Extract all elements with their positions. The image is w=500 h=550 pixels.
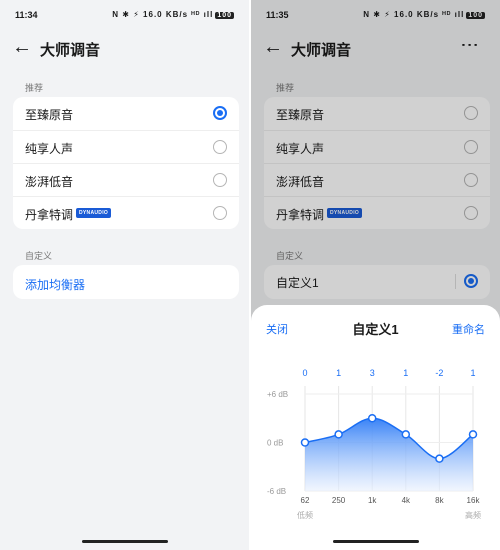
home-indicator[interactable] (82, 540, 168, 543)
right-screen: 11:35 N ✱ ⚡ 16.0 KB/s ᴴᴰ ıll 100 ← 大师调音 ⋮… (251, 0, 500, 550)
eq-area-fill (305, 418, 473, 491)
band-value-label: -2 (435, 368, 443, 378)
band-value-label: 1 (470, 368, 475, 378)
equalizer-sheet: 关闭 自定义1 重命名 +6 dB 0 dB -6 dB 0 62 1 250 3 1k 1 4k -… (251, 305, 500, 550)
radio-empty-icon[interactable] (213, 173, 227, 187)
preset-label: 纯享人声 (25, 142, 74, 156)
page-title: 大师调音 (40, 42, 101, 59)
preset-row[interactable]: 丹拿特调 DYNAUDIO (13, 196, 239, 229)
preset-row[interactable]: 澎湃低音 (13, 163, 239, 196)
status-bar: 11:34 N ✱ ⚡ 16.0 KB/s ᴴᴰ ıll 100 (0, 6, 249, 26)
band-frequency-label: 62 (301, 496, 310, 505)
band-value-label: 0 (302, 368, 307, 378)
preset-row[interactable]: 纯享人声 (13, 130, 239, 163)
section-label-recommend: 推荐 (25, 83, 44, 93)
preset-label: 丹拿特调 (25, 208, 74, 222)
left-screen: 11:34 N ✱ ⚡ 16.0 KB/s ᴴᴰ ıll 100 ← 大师调音 推… (0, 0, 249, 550)
radio-selected-icon[interactable] (213, 106, 227, 120)
eq-band-handle[interactable] (435, 454, 444, 463)
y-tick-label: +6 dB (267, 390, 288, 399)
app-bar: ← 大师调音 (0, 34, 249, 62)
preset-row[interactable]: 至臻原音 (13, 97, 239, 130)
preset-label: 澎湃低音 (25, 175, 74, 189)
status-time: 11:34 (15, 10, 38, 20)
rename-button[interactable]: 重命名 (452, 321, 485, 337)
eq-band-handle[interactable] (300, 438, 310, 447)
eq-band-handle[interactable] (334, 430, 343, 439)
status-icons-text: N ✱ ⚡ 16.0 KB/s ᴴᴰ ıll (112, 10, 214, 19)
low-frequency-label: 低频 (297, 510, 313, 520)
band-value-label: 1 (336, 368, 341, 378)
y-tick-label: -6 dB (267, 487, 286, 496)
radio-empty-icon[interactable] (213, 206, 227, 220)
eq-band-handle[interactable] (401, 430, 411, 439)
dynaudio-badge: DYNAUDIO (76, 208, 112, 218)
band-frequency-label: 250 (332, 496, 346, 505)
band-frequency-label: 8k (435, 496, 444, 505)
band-frequency-label: 16k (467, 496, 481, 505)
y-tick-label: 0 dB (267, 439, 283, 448)
band-frequency-label: 4k (402, 496, 411, 505)
preset-label: 至臻原音 (25, 108, 74, 122)
battery-icon: 100 (215, 12, 234, 19)
band-frequency-label: 1k (368, 496, 377, 505)
recommend-card: 至臻原音 纯享人声 澎湃低音 丹拿特调 DYNAUDIO (13, 97, 239, 229)
status-icons: N ✱ ⚡ 16.0 KB/s ᴴᴰ ıll 100 (112, 10, 234, 19)
back-arrow-icon[interactable]: ← (12, 34, 32, 60)
add-equalizer-button[interactable]: 添加均衡器 (25, 276, 85, 293)
section-label-custom: 自定义 (25, 251, 53, 261)
equalizer-chart[interactable]: +6 dB 0 dB -6 dB 0 62 1 250 3 1k 1 4k -2 8k 1 16k 低频 高频 (251, 360, 500, 550)
high-frequency-label: 高频 (465, 510, 481, 520)
radio-empty-icon[interactable] (213, 140, 227, 154)
eq-band-handle[interactable] (468, 430, 478, 439)
home-indicator[interactable] (333, 540, 419, 543)
band-value-label: 3 (370, 368, 375, 378)
band-value-label: 1 (403, 368, 408, 378)
custom-card: 添加均衡器 (13, 265, 239, 299)
eq-band-handle[interactable] (367, 414, 377, 423)
